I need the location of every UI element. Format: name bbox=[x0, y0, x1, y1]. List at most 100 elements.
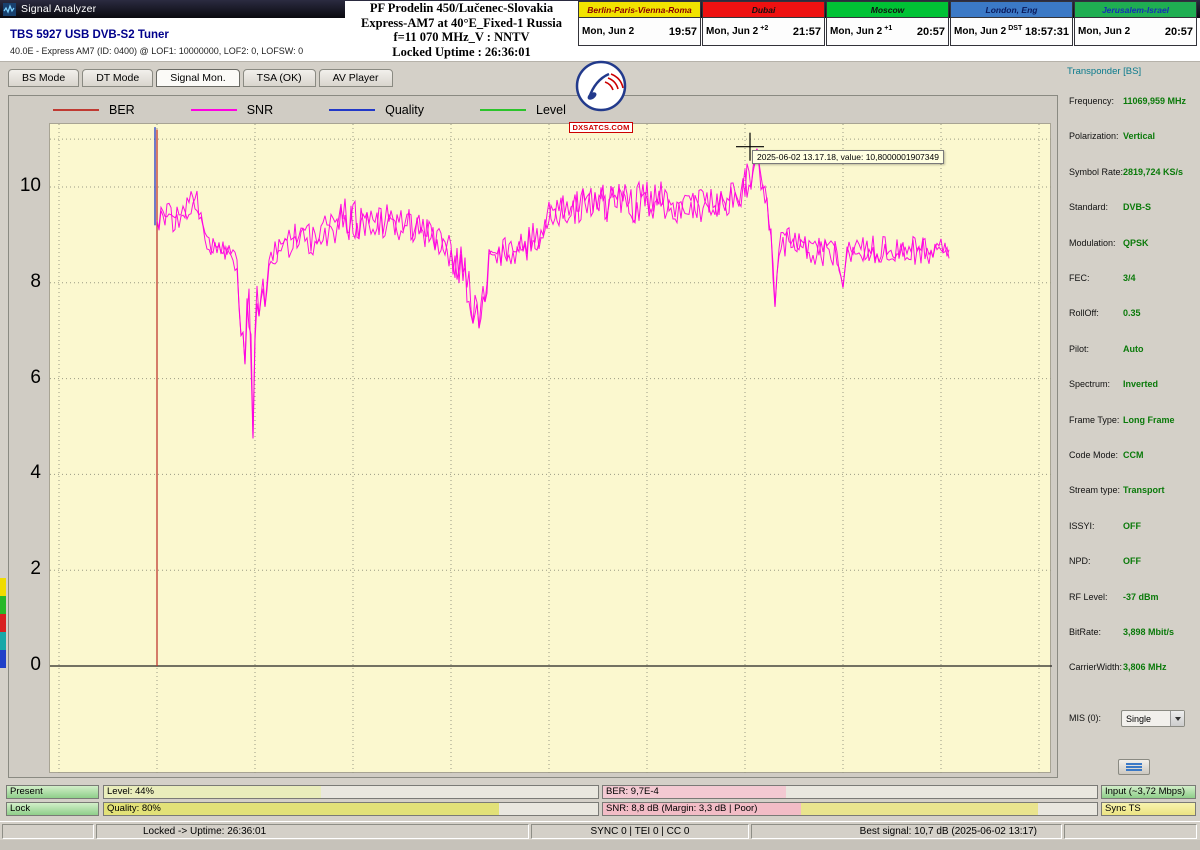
status-segment-input-3: Input (~3,72 Mbps) bbox=[1101, 785, 1196, 799]
mis-value: Single bbox=[1126, 714, 1151, 724]
legend-item-snr: SNR bbox=[191, 103, 273, 117]
transponder-row-carrierwidth-: CarrierWidth:3,806 MHz bbox=[1063, 662, 1197, 676]
transponder-value: Vertical bbox=[1123, 131, 1155, 141]
tab-tsa-ok-[interactable]: TSA (OK) bbox=[243, 69, 316, 87]
legend-item-quality: Quality bbox=[329, 103, 424, 117]
signal-plot-svg[interactable] bbox=[50, 124, 1052, 774]
world-clocks: Berlin-Paris-Vienna-Roma Mon, Jun 2 19:57 D… bbox=[578, 1, 1197, 46]
station-header: PF Prodelin 450/Lučenec-Slovakia Express… bbox=[345, 1, 578, 61]
transponder-row-pilot-: Pilot: Auto bbox=[1063, 344, 1197, 358]
chart-legend: BER SNR Quality Level bbox=[53, 101, 622, 119]
panel-settings-button[interactable] bbox=[1118, 759, 1150, 775]
transponder-row-frequency-: Frequency:11069,959 MHz bbox=[1063, 96, 1197, 110]
transponder-label: RollOff: bbox=[1069, 308, 1099, 318]
edge-color-strip bbox=[0, 578, 6, 668]
y-tick-label: 6 bbox=[13, 367, 41, 389]
clock-city-label: Moscow bbox=[827, 2, 948, 18]
clock-time: 20:57 bbox=[1165, 26, 1193, 38]
clock-time: 19:57 bbox=[669, 26, 697, 38]
status-segment-lock: Lock bbox=[6, 802, 99, 816]
transponder-row-code-mode-: Code Mode: CCM bbox=[1063, 450, 1197, 464]
transponder-label: Frame Type: bbox=[1069, 415, 1119, 425]
clock-time-row: Mon, Jun 2+120:57 bbox=[827, 18, 948, 45]
transponder-row-bitrate-: BitRate:3,898 Mbit/s bbox=[1063, 627, 1197, 641]
clock-city-label: Dubai bbox=[703, 2, 824, 18]
legend-item-ber: BER bbox=[53, 103, 135, 117]
transponder-panel: Transponder [BS] Frequency:11069,959 MHz… bbox=[1063, 62, 1197, 779]
legend-line-icon bbox=[53, 109, 99, 111]
status-segment-label: Lock bbox=[7, 803, 30, 814]
station-line-4: Locked Uptime : 26:36:01 bbox=[345, 45, 578, 60]
station-line-2: Express-AM7 at 40°E_Fixed-1 Russia bbox=[345, 16, 578, 31]
transponder-label: CarrierWidth: bbox=[1069, 662, 1122, 672]
mis-row: MIS (0): Single bbox=[1063, 713, 1197, 727]
transponder-value: Inverted bbox=[1123, 379, 1158, 389]
transponder-row-rolloff-: RollOff: 0.35 bbox=[1063, 308, 1197, 322]
transponder-row-npd-: NPD:OFF bbox=[1063, 556, 1197, 570]
clock-date: Mon, Jun 2 bbox=[1078, 26, 1130, 37]
transponder-row-fec-: FEC:3/4 bbox=[1063, 273, 1197, 287]
status-segment-label: Quality: 80% bbox=[104, 803, 161, 814]
clock-date: Mon, Jun 2 bbox=[582, 26, 634, 37]
statusbar-cell-2: Locked -> Uptime: 26:36:01 bbox=[96, 824, 529, 839]
legend-label: Quality bbox=[385, 103, 424, 117]
transponder-value: CCM bbox=[1123, 450, 1144, 460]
transponder-label: Spectrum: bbox=[1069, 379, 1110, 389]
y-tick-label: 8 bbox=[13, 271, 41, 293]
status-segment-snr-8: SNR: 8,8 dB (Margin: 3,3 dB | Poor) bbox=[602, 802, 1098, 816]
tab-av-player[interactable]: AV Player bbox=[319, 69, 393, 87]
y-tick-label: 2 bbox=[13, 558, 41, 580]
status-segment-label: Present bbox=[7, 786, 43, 797]
edge-strip-color bbox=[0, 596, 6, 614]
tab-dt-mode[interactable]: DT Mode bbox=[82, 69, 153, 87]
plot-area[interactable] bbox=[49, 123, 1051, 773]
clock-date: Mon, Jun 2 bbox=[954, 26, 1006, 37]
transponder-label: NPD: bbox=[1069, 556, 1091, 566]
tab-bs-mode[interactable]: BS Mode bbox=[8, 69, 79, 87]
edge-strip-color bbox=[0, 614, 6, 632]
tab-signal-mon-[interactable]: Signal Mon. bbox=[156, 69, 239, 87]
signal-analyzer-window: Signal Analyzer PF Prodelin 450/Lučenec-… bbox=[0, 0, 1200, 850]
transponder-row-frame-type-: Frame Type: Long Frame bbox=[1063, 415, 1197, 429]
edge-strip-color bbox=[0, 578, 6, 596]
clock-2: DubaiMon, Jun 2+221:57 bbox=[702, 1, 825, 46]
tuner-title: TBS 5927 USB DVB-S2 Tuner bbox=[10, 29, 169, 41]
transponder-row-spectrum-: Spectrum: Inverted bbox=[1063, 379, 1197, 393]
transponder-value: -37 dBm bbox=[1123, 592, 1159, 602]
status-segment-label: SNR: 8,8 dB (Margin: 3,3 dB | Poor) bbox=[603, 803, 757, 814]
progress-fill bbox=[801, 803, 1038, 815]
clock-city-label: Berlin-Paris-Vienna-Roma bbox=[579, 2, 700, 18]
legend-label: SNR bbox=[247, 103, 273, 117]
clock-1: Berlin-Paris-Vienna-Roma Mon, Jun 2 19:57 bbox=[578, 1, 701, 46]
transponder-label: FEC: bbox=[1069, 273, 1090, 283]
transponder-label: Polarization: bbox=[1069, 131, 1119, 141]
transponder-label: RF Level: bbox=[1069, 592, 1108, 602]
clock-time: 21:57 bbox=[793, 26, 821, 38]
y-tick-label: 0 bbox=[13, 654, 41, 676]
transponder-value: 3,806 MHz bbox=[1123, 662, 1167, 672]
clock-4: London, EngMon, Jun 2DST18:57:31 bbox=[950, 1, 1073, 46]
legend-line-icon bbox=[329, 109, 375, 111]
edge-strip-color bbox=[0, 632, 6, 650]
legend-label: Level bbox=[536, 103, 566, 117]
transponder-value: Long Frame bbox=[1123, 415, 1175, 425]
transponder-label: Stream type: bbox=[1069, 485, 1120, 495]
mis-dropdown-arrow-icon[interactable] bbox=[1170, 711, 1184, 726]
transponder-label: Code Mode: bbox=[1069, 450, 1118, 460]
transponder-value: Auto bbox=[1123, 344, 1144, 354]
clock-offset-badge: DST bbox=[1008, 25, 1022, 32]
transponder-label: BitRate: bbox=[1069, 627, 1101, 637]
window-title: Signal Analyzer bbox=[21, 3, 96, 15]
station-line-1: PF Prodelin 450/Lučenec-Slovakia bbox=[345, 1, 578, 16]
status-bar: Locked -> Uptime: 26:36:01SYNC 0 | TEI 0… bbox=[0, 821, 1200, 840]
transponder-row-issyi-: ISSYI:OFF bbox=[1063, 521, 1197, 535]
transponder-label: Frequency: bbox=[1069, 96, 1114, 106]
transponder-value: QPSK bbox=[1123, 238, 1149, 248]
clock-time-row: Mon, Jun 2+221:57 bbox=[703, 18, 824, 45]
mis-dropdown[interactable]: Single bbox=[1121, 710, 1185, 727]
clock-3: MoscowMon, Jun 2+120:57 bbox=[826, 1, 949, 46]
clock-offset-badge: +1 bbox=[884, 25, 892, 32]
transponder-label: Pilot: bbox=[1069, 344, 1089, 354]
transponder-value: 0.35 bbox=[1123, 308, 1141, 318]
window-bottom-edge bbox=[0, 840, 1200, 850]
